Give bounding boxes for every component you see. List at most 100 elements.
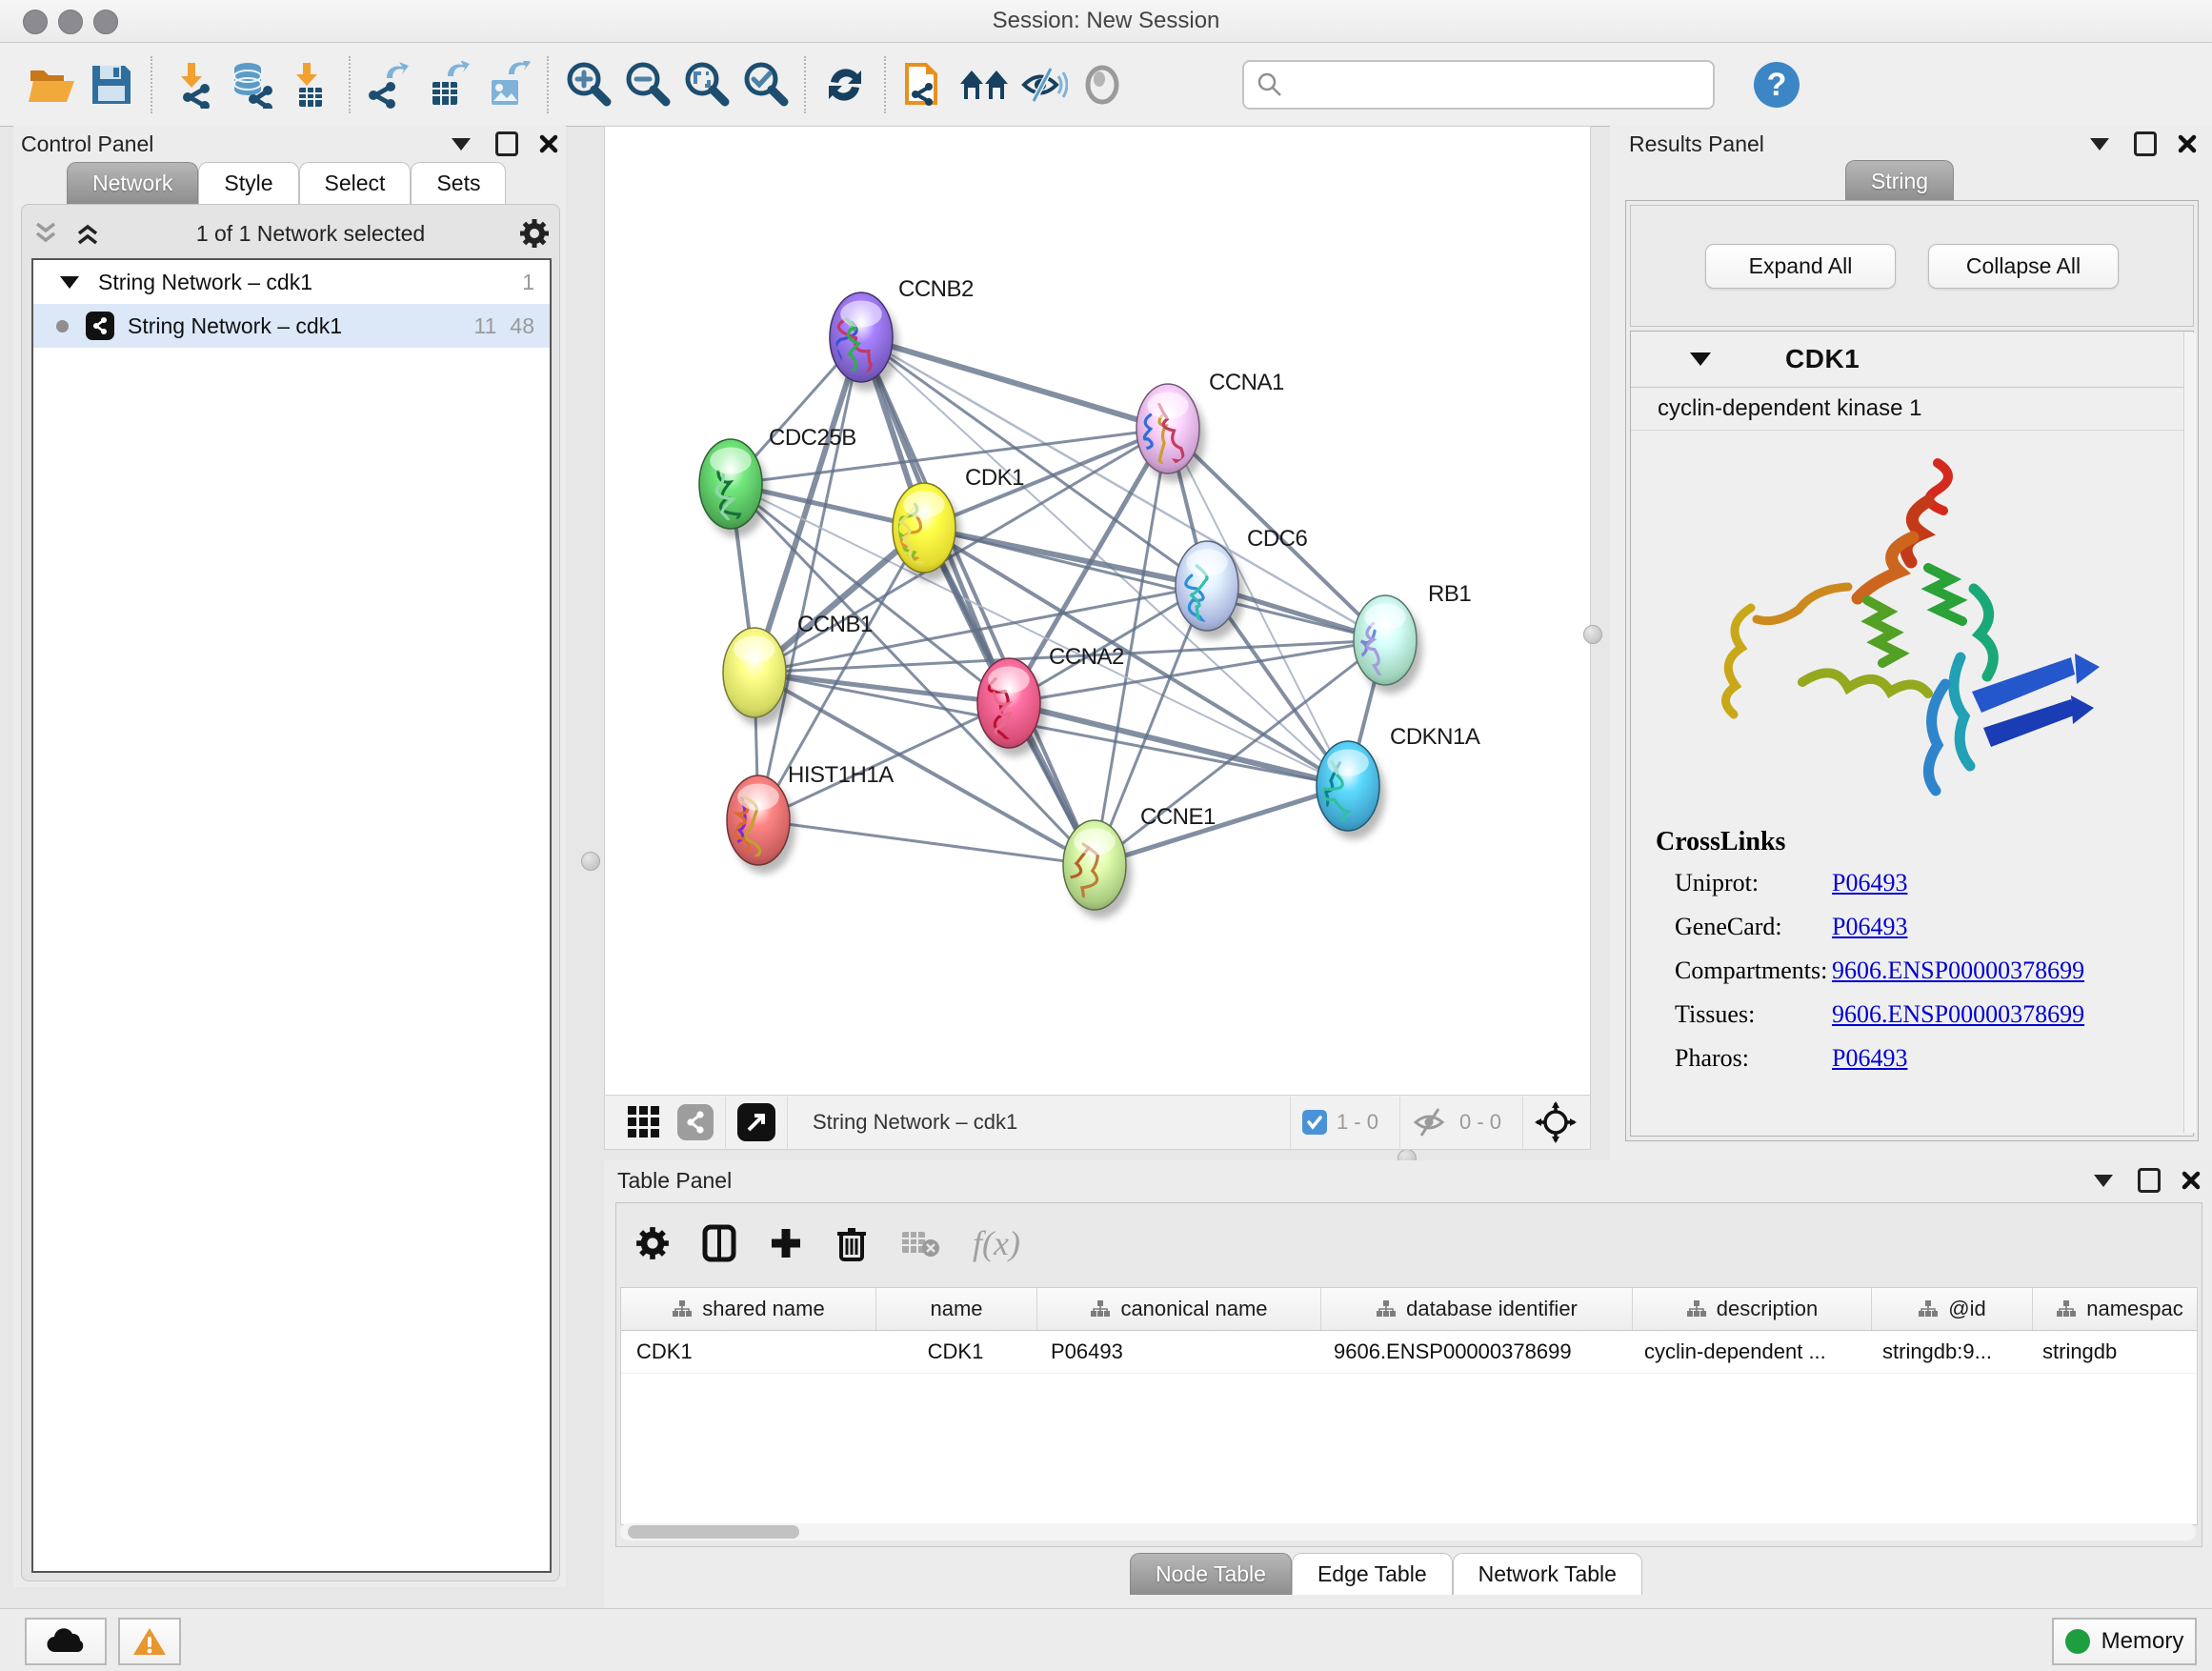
cloud-button[interactable] xyxy=(25,1618,107,1665)
export-network-button[interactable] xyxy=(360,55,419,114)
table-cell[interactable]: CDK1 xyxy=(875,1331,1036,1373)
splitter-handle[interactable] xyxy=(1583,625,1602,644)
network-collection-label: String Network – cdk1 xyxy=(98,270,312,295)
table-settings-icon[interactable] xyxy=(635,1226,670,1260)
crosslink-link[interactable]: 9606.ENSP00000378699 xyxy=(1832,1000,2084,1029)
network-node[interactable]: HIST1H1A xyxy=(722,762,894,875)
crosshair-icon[interactable] xyxy=(1535,1101,1577,1143)
table-cell[interactable]: stringdb xyxy=(2027,1331,2198,1373)
memory-button[interactable]: Memory xyxy=(2052,1618,2197,1665)
string-highlight-button[interactable] xyxy=(1073,55,1132,114)
network-node[interactable]: CDKN1A xyxy=(1310,724,1480,839)
equation-builder-icon[interactable]: f(x) xyxy=(973,1223,1020,1263)
export-image-button[interactable] xyxy=(478,55,537,114)
expand-all-button[interactable]: Expand All xyxy=(1705,244,1896,289)
table-cell[interactable]: CDK1 xyxy=(621,1331,875,1373)
show-columns-icon[interactable] xyxy=(702,1224,736,1262)
tab-sets[interactable]: Sets xyxy=(411,162,506,204)
import-table-from-file-button[interactable] xyxy=(280,55,339,114)
zoom-fit-button[interactable] xyxy=(676,55,735,114)
panel-float-icon[interactable] xyxy=(2138,1168,2161,1193)
panel-collapse-icon[interactable] xyxy=(2090,138,2109,151)
tab-node-table[interactable]: Node Table xyxy=(1130,1553,1292,1595)
section-collapse-icon[interactable] xyxy=(1690,352,1711,366)
import-network-from-file-button[interactable] xyxy=(162,55,221,114)
export-table-button[interactable] xyxy=(419,55,478,114)
tab-edge-table[interactable]: Edge Table xyxy=(1292,1553,1453,1595)
results-scrollbar[interactable] xyxy=(2183,332,2196,1133)
create-column-icon[interactable] xyxy=(769,1226,803,1260)
horizontal-scrollbar[interactable] xyxy=(620,1523,2196,1540)
tree-expand-icon[interactable] xyxy=(60,276,79,289)
network-canvas[interactable]: CCNB2CCNA1CDC25BCDK1CDC6RB1CCNB1CCNA2CDK… xyxy=(604,126,1591,1096)
tab-style[interactable]: Style xyxy=(198,162,298,204)
column-header[interactable]: canonical name xyxy=(1037,1288,1321,1330)
table-row[interactable]: CDK1CDK1P064939606.ENSP00000378699cyclin… xyxy=(621,1331,2197,1374)
crosslink-link[interactable]: P06493 xyxy=(1832,913,1907,941)
warnings-button[interactable] xyxy=(118,1618,181,1665)
import-network-icon xyxy=(169,61,214,109)
table-cell[interactable]: 9606.ENSP00000378699 xyxy=(1318,1331,1629,1373)
table-cell[interactable]: P06493 xyxy=(1036,1331,1318,1373)
panel-collapse-icon[interactable] xyxy=(452,138,471,151)
search-input[interactable] xyxy=(1292,65,1713,105)
network-node[interactable]: CCNA1 xyxy=(1133,370,1284,491)
tab-select[interactable]: Select xyxy=(299,162,412,204)
panel-float-icon[interactable] xyxy=(495,131,518,156)
table-body: CDK1CDK1P064939606.ENSP00000378699cyclin… xyxy=(621,1331,2197,1374)
crosslink-row: Pharos:P06493 xyxy=(1631,1037,2193,1080)
column-header[interactable]: @id xyxy=(1872,1288,2033,1330)
help-button[interactable]: ? xyxy=(1747,55,1806,114)
network-node[interactable]: CCNB2 xyxy=(808,276,974,392)
table-cell[interactable]: stringdb:9... xyxy=(1867,1331,2027,1373)
network-node[interactable]: RB1 xyxy=(1354,581,1471,696)
delete-columns-icon[interactable] xyxy=(835,1224,868,1262)
tab-network-table[interactable]: Network Table xyxy=(1453,1553,1642,1595)
column-header[interactable]: database identifier xyxy=(1321,1288,1633,1330)
panel-close-icon[interactable] xyxy=(2178,134,2197,153)
collapse-all-button[interactable]: Collapse All xyxy=(1928,244,2119,289)
view-grid-icon[interactable] xyxy=(626,1104,662,1140)
eye-slash-icon xyxy=(1018,63,1068,107)
zoom-selected-button[interactable] xyxy=(735,55,794,114)
network-row[interactable]: String Network – cdk1 11 48 xyxy=(33,304,550,348)
network-name: String Network – cdk1 xyxy=(128,313,342,339)
column-header[interactable]: shared name xyxy=(621,1288,876,1330)
apply-preferred-layout-button[interactable] xyxy=(815,55,875,114)
panel-close-icon[interactable] xyxy=(539,134,558,153)
expand-all-networks-icon[interactable] xyxy=(73,220,102,247)
save-session-button[interactable] xyxy=(82,55,141,114)
string-protein-query-button[interactable] xyxy=(895,55,955,114)
import-network-from-database-button[interactable] xyxy=(221,55,280,114)
zoom-in-button[interactable] xyxy=(558,55,617,114)
panel-float-icon[interactable] xyxy=(2134,131,2157,156)
results-panel: Results Panel String Expand All Collapse… xyxy=(1610,126,2212,1160)
splitter-handle[interactable] xyxy=(581,852,600,871)
network-collection-row[interactable]: String Network – cdk1 1 xyxy=(33,260,550,304)
view-share-icon[interactable] xyxy=(677,1104,714,1140)
delete-table-icon[interactable] xyxy=(900,1228,940,1258)
string-enhance-button[interactable] xyxy=(1014,55,1073,114)
crosslink-link[interactable]: 9606.ENSP00000378699 xyxy=(1832,956,2084,985)
birdseye-view-icon[interactable] xyxy=(737,1103,775,1141)
crosslinks-list: Uniprot:P06493GeneCard:P06493Compartment… xyxy=(1631,861,2193,1080)
scrollbar-thumb[interactable] xyxy=(628,1525,799,1539)
network-node[interactable]: CDC25B xyxy=(699,425,856,543)
tab-network[interactable]: Network xyxy=(67,162,198,204)
panel-close-icon[interactable] xyxy=(2182,1171,2201,1190)
protein-section-header[interactable]: CDK1 xyxy=(1631,332,2193,388)
tab-string[interactable]: String xyxy=(1845,160,1954,202)
panel-collapse-icon[interactable] xyxy=(2094,1175,2113,1187)
selected-checkbox[interactable] xyxy=(1302,1110,1327,1135)
zoom-out-button[interactable] xyxy=(617,55,676,114)
table-cell[interactable]: cyclin-dependent ... xyxy=(1629,1331,1867,1373)
column-header[interactable]: name xyxy=(876,1288,1037,1330)
crosslink-link[interactable]: P06493 xyxy=(1832,1044,1907,1073)
column-header[interactable]: namespac xyxy=(2033,1288,2198,1330)
collapse-all-networks-icon[interactable] xyxy=(31,220,60,247)
string-home-button[interactable] xyxy=(955,55,1014,114)
network-options-gear-icon[interactable] xyxy=(519,218,550,249)
crosslink-link[interactable]: P06493 xyxy=(1832,869,1907,897)
open-session-button[interactable] xyxy=(23,55,82,114)
column-header[interactable]: description xyxy=(1633,1288,1872,1330)
